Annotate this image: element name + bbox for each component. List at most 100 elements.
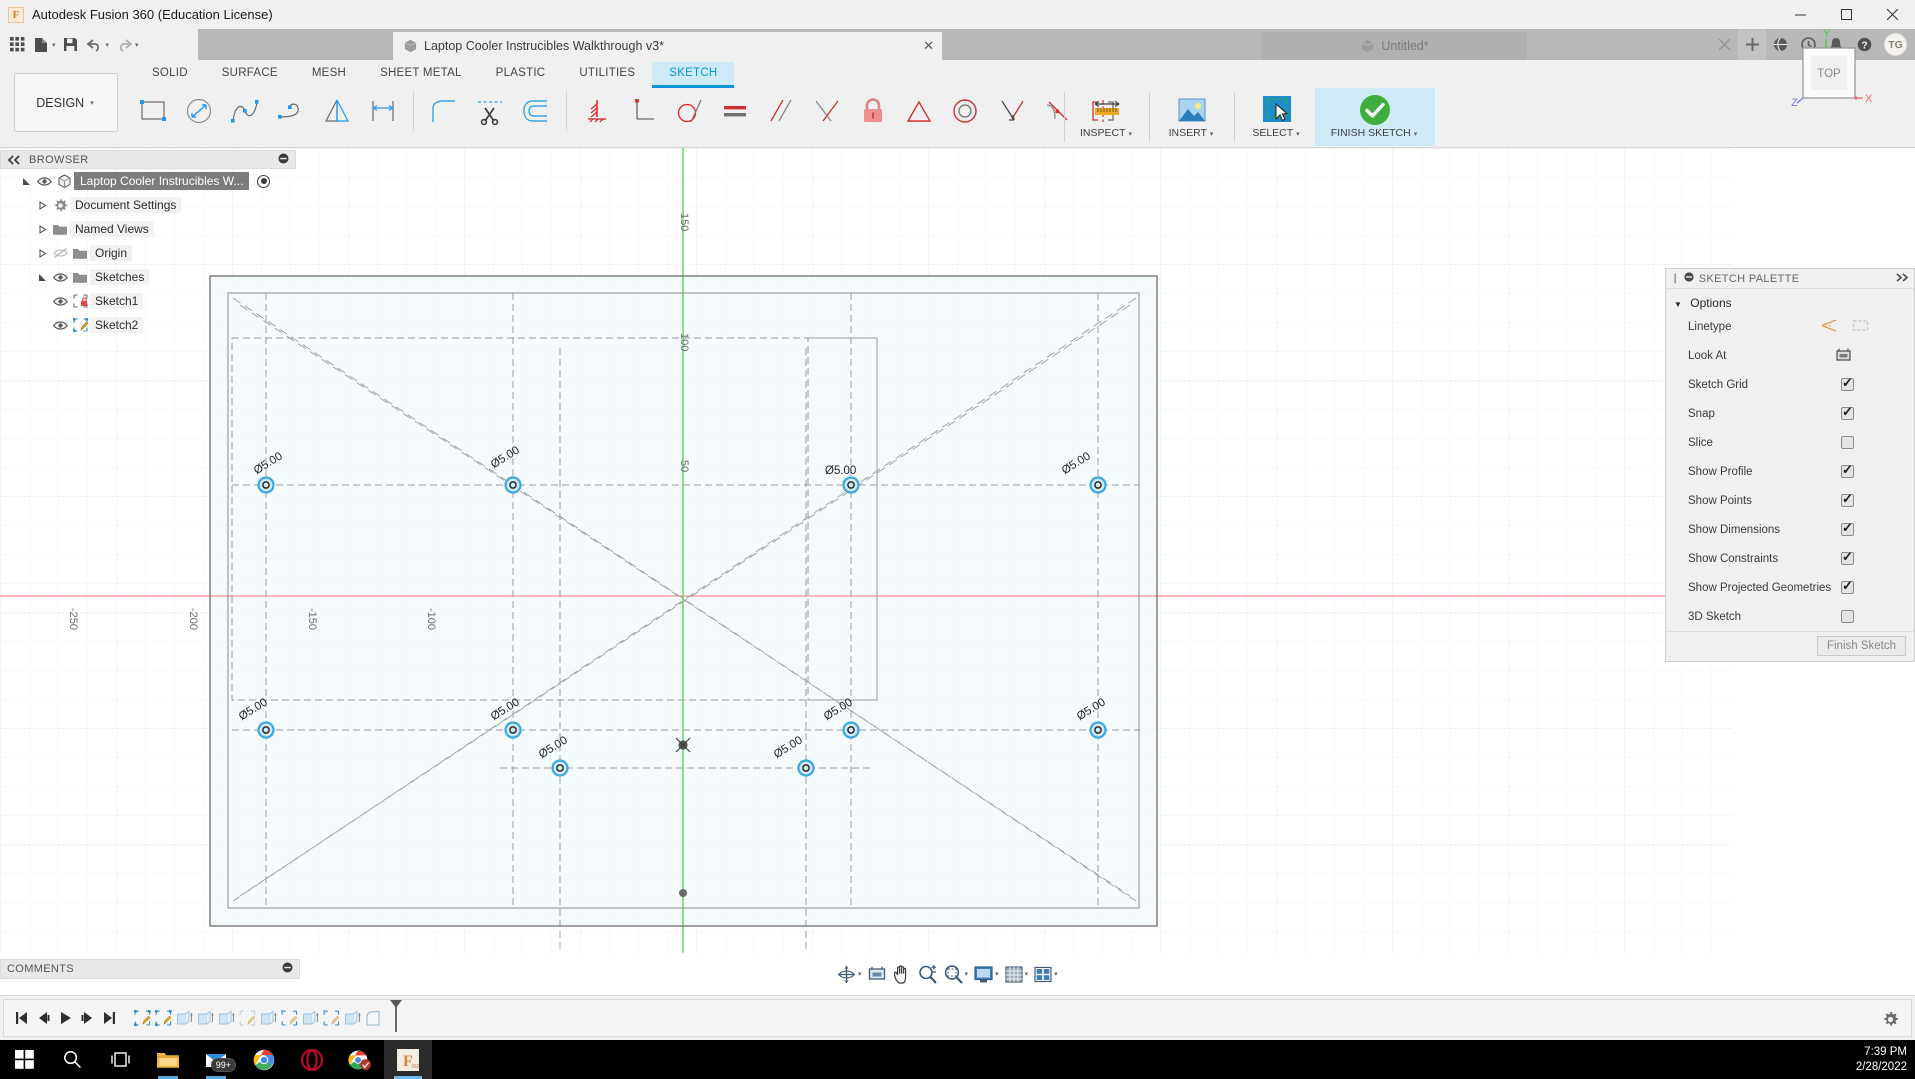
tab-sketch[interactable]: SKETCH — [652, 62, 735, 88]
centerline-icon[interactable] — [1852, 318, 1869, 336]
app-grid-icon[interactable] — [6, 33, 28, 57]
search-button[interactable] — [48, 1040, 96, 1079]
timeline-item-sketch[interactable] — [280, 1005, 300, 1031]
step-back-icon[interactable] — [33, 1006, 53, 1030]
minus-circle-icon[interactable] — [282, 962, 293, 976]
timeline-item-sketch-edit[interactable] — [133, 1005, 153, 1031]
3d-sketch-checkbox[interactable] — [1841, 610, 1854, 623]
display-settings-caret-icon[interactable]: ▾ — [995, 970, 999, 978]
undo-icon[interactable] — [84, 33, 106, 57]
timeline-item-sketch[interactable] — [322, 1005, 342, 1031]
spline-tool[interactable] — [222, 88, 268, 134]
file-explorer-button[interactable] — [144, 1040, 192, 1079]
tab-surface[interactable]: SURFACE — [205, 62, 295, 88]
timeline-marker[interactable] — [387, 999, 405, 1038]
tab-solid[interactable]: SOLID — [135, 62, 205, 88]
tab-plastic[interactable]: PLASTIC — [479, 62, 563, 88]
timeline-item-sketch[interactable] — [238, 1005, 258, 1031]
perpendicular-constraint[interactable] — [620, 88, 666, 134]
expand-right-icon[interactable] — [1895, 272, 1909, 285]
collapse-left-icon[interactable] — [7, 154, 21, 165]
zoom-window-caret-icon[interactable]: ▾ — [965, 970, 969, 978]
tab-mesh[interactable]: MESH — [295, 62, 363, 88]
insert-button[interactable]: INSERT ▾ — [1154, 88, 1230, 146]
midpoint-constraint[interactable] — [804, 88, 850, 134]
opera-button[interactable] — [288, 1040, 336, 1079]
browser-item-sketches[interactable]: Sketches — [0, 265, 300, 289]
palette-row-show-dimensions[interactable]: Show Dimensions — [1666, 515, 1914, 544]
timeline-settings-gear-icon[interactable] — [1882, 1011, 1899, 1033]
look-at-icon[interactable] — [865, 962, 889, 986]
visibility-eye-icon[interactable] — [50, 320, 70, 331]
rectangle-tool[interactable] — [130, 88, 176, 134]
dimension-label[interactable]: Ø5.00 — [825, 465, 856, 477]
grid-snaps-icon[interactable] — [1002, 962, 1026, 986]
task-view-button[interactable] — [96, 1040, 144, 1079]
trim-tool[interactable] — [467, 88, 513, 134]
parallel-constraint[interactable] — [758, 88, 804, 134]
expand-arrow-icon[interactable] — [34, 273, 50, 282]
palette-row-show-points[interactable]: Show Points — [1666, 486, 1914, 515]
palette-row-sketch-grid[interactable]: Sketch Grid — [1666, 370, 1914, 399]
visibility-eye-icon[interactable] — [50, 272, 70, 283]
palette-row-show-profile[interactable]: Show Profile — [1666, 457, 1914, 486]
palette-row-slice[interactable]: Slice — [1666, 428, 1914, 457]
sketch-grid-checkbox[interactable] — [1841, 375, 1854, 391]
close-icon[interactable] — [1710, 29, 1738, 60]
fillet-tool[interactable] — [421, 88, 467, 134]
symmetry-constraint[interactable] — [896, 88, 942, 134]
mail-button[interactable]: 99+ — [192, 1040, 240, 1079]
viewport-layout-icon[interactable] — [1031, 962, 1055, 986]
start-button[interactable] — [0, 1040, 48, 1079]
show-profile-checkbox[interactable] — [1841, 462, 1854, 478]
browser-item-document-settings[interactable]: Document Settings — [0, 193, 300, 217]
show-projected-geometries-checkbox[interactable] — [1841, 578, 1854, 594]
expand-arrow-icon[interactable] — [34, 224, 50, 234]
concentric-constraint[interactable] — [942, 88, 988, 134]
document-tab-untitled[interactable]: Untitled* — [1262, 32, 1527, 60]
zoom-icon[interactable] — [915, 962, 940, 986]
timeline-item-sketch-edit[interactable] — [154, 1005, 174, 1031]
minus-circle-icon[interactable] — [1684, 272, 1694, 285]
offset-dim-tool[interactable] — [360, 88, 406, 134]
redo-icon[interactable] — [113, 33, 135, 57]
browser-item-root[interactable]: Laptop Cooler Instrucibles W... — [0, 169, 300, 193]
grid-snaps-caret-icon[interactable]: ▾ — [1025, 970, 1029, 978]
activate-component-radio[interactable] — [257, 174, 271, 188]
ellipse-tool[interactable] — [176, 88, 222, 134]
minus-circle-icon[interactable] — [278, 153, 289, 167]
show-constraints-checkbox[interactable] — [1841, 549, 1854, 565]
slice-checkbox[interactable] — [1841, 436, 1854, 449]
display-settings-icon[interactable] — [971, 962, 996, 986]
save-icon[interactable] — [60, 33, 82, 57]
expand-arrow-icon[interactable] — [34, 248, 50, 258]
fix-constraint[interactable] — [850, 88, 896, 134]
palette-row-show-projected-geometries[interactable]: Show Projected Geometries — [1666, 573, 1914, 602]
timeline-item-fillet[interactable] — [364, 1005, 384, 1031]
zoom-window-icon[interactable] — [941, 962, 966, 986]
tab-utilities[interactable]: UTILITIES — [562, 62, 652, 88]
new-file-caret-icon[interactable]: ▾ — [52, 41, 56, 49]
palette-finish-sketch-button[interactable]: Finish Sketch — [1816, 636, 1906, 656]
jump-start-icon[interactable] — [11, 1006, 31, 1030]
document-tab-close-icon[interactable]: ✕ — [923, 38, 934, 54]
browser-item-named-views[interactable]: Named Views — [0, 217, 300, 241]
tangent-constraint[interactable] — [666, 88, 712, 134]
workspace-selector[interactable]: DESIGN ▾ — [14, 73, 118, 132]
timeline-item-extrude[interactable] — [196, 1005, 216, 1031]
ground-constraint[interactable] — [574, 88, 620, 134]
comments-bar[interactable]: COMMENTS — [0, 959, 300, 979]
equal-constraint[interactable] — [712, 88, 758, 134]
timeline-item-extrude[interactable] — [259, 1005, 279, 1031]
palette-row-3d-sketch[interactable]: 3D Sketch — [1666, 602, 1914, 631]
finish-sketch-button[interactable]: FINISH SKETCH ▾ — [1315, 88, 1435, 146]
plus-icon[interactable] — [1738, 29, 1766, 60]
new-file-icon[interactable] — [30, 33, 52, 57]
browser-item-sketch1[interactable]: Sketch1 — [0, 289, 300, 313]
inspect-button[interactable]: INSPECT ▾ — [1069, 88, 1145, 146]
browser-item-origin[interactable]: Origin — [0, 241, 300, 265]
expand-arrow-icon[interactable] — [34, 200, 50, 210]
visibility-eye-icon[interactable] — [50, 296, 70, 307]
look-at-icon[interactable] — [1835, 347, 1852, 365]
timeline-item-extrude[interactable] — [175, 1005, 195, 1031]
